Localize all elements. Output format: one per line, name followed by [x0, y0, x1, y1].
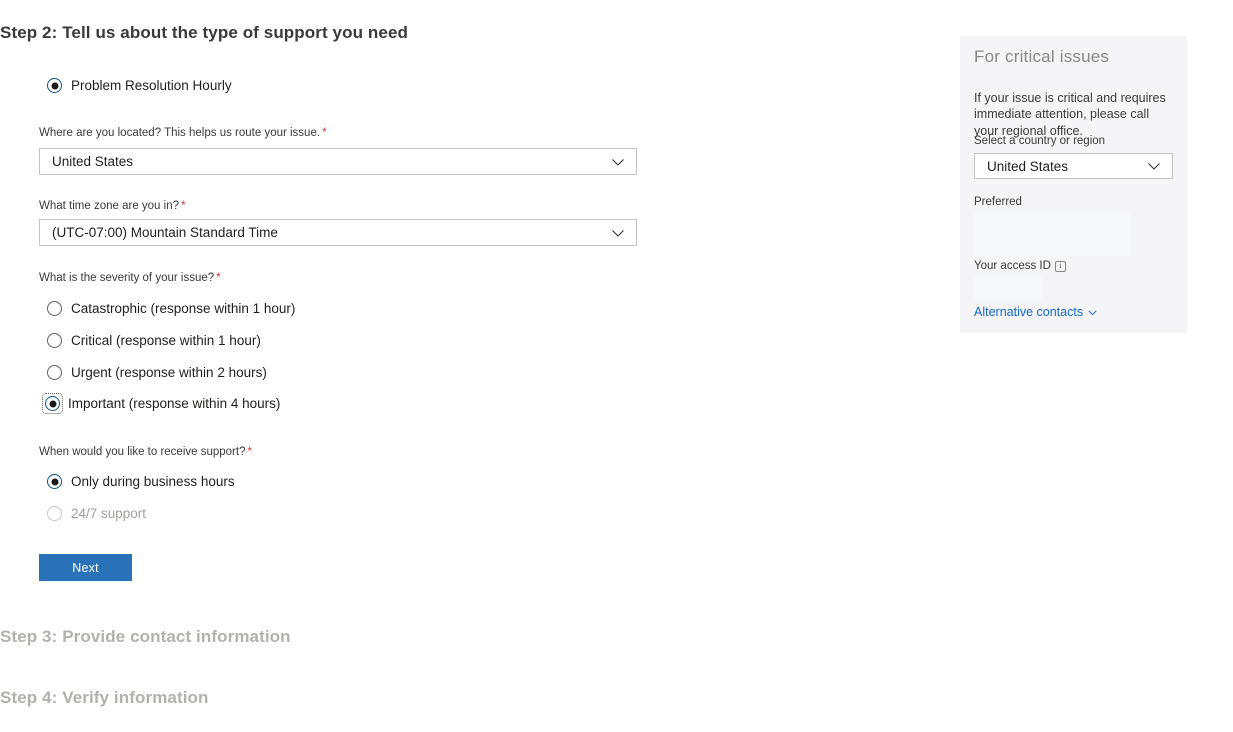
required-asterisk: * — [247, 446, 251, 458]
critical-issues-panel: For critical issues If your issue is cri… — [960, 36, 1187, 333]
page-title: Step 2: Tell us about the type of suppor… — [0, 23, 408, 43]
preferred-placeholder — [974, 212, 1131, 256]
radio-business-hours[interactable]: Only during business hours — [47, 474, 235, 489]
panel-country-select-value: United States — [987, 159, 1146, 174]
location-select[interactable]: United States — [39, 148, 637, 175]
timezone-label: What time zone are you in?* — [39, 200, 185, 212]
location-select-value: United States — [52, 154, 610, 169]
step3-heading: Step 3: Provide contact information — [0, 627, 291, 647]
support-hours-label-text: When would you like to receive support? — [39, 446, 245, 458]
alternative-contacts-label: Alternative contacts — [974, 305, 1083, 319]
panel-description: If your issue is critical and requires i… — [974, 90, 1172, 140]
radio-indicator — [47, 78, 62, 93]
info-icon[interactable]: i — [1055, 261, 1066, 272]
step4-heading: Step 4: Verify information — [0, 688, 209, 708]
timezone-select-value: (UTC-07:00) Mountain Standard Time — [52, 225, 610, 240]
radio-severity-critical[interactable]: Critical (response within 1 hour) — [47, 333, 261, 348]
next-button[interactable]: Next — [39, 554, 132, 581]
radio-problem-resolution-hourly[interactable]: Problem Resolution Hourly — [47, 78, 232, 93]
radio-label: Critical (response within 1 hour) — [71, 334, 261, 348]
radio-indicator — [47, 506, 62, 521]
radio-label: Catastrophic (response within 1 hour) — [71, 302, 295, 316]
access-id-placeholder — [974, 276, 1042, 300]
alternative-contacts-link[interactable]: Alternative contacts — [974, 305, 1098, 319]
severity-label-text: What is the severity of your issue? — [39, 272, 214, 284]
radio-indicator — [47, 333, 62, 348]
chevron-down-icon — [610, 154, 626, 170]
radio-severity-catastrophic[interactable]: Catastrophic (response within 1 hour) — [47, 301, 295, 316]
chevron-down-icon — [1146, 158, 1162, 174]
required-asterisk: * — [181, 200, 185, 212]
radio-label: Only during business hours — [71, 475, 235, 489]
required-asterisk: * — [322, 127, 326, 139]
radio-24-7-support: 24/7 support — [47, 506, 146, 521]
timezone-select[interactable]: (UTC-07:00) Mountain Standard Time — [39, 219, 637, 246]
panel-access-id-label: Your access ID i — [974, 260, 1066, 272]
radio-severity-urgent[interactable]: Urgent (response within 2 hours) — [47, 365, 267, 380]
required-asterisk: * — [216, 272, 220, 284]
panel-country-label: Select a country or region — [974, 135, 1105, 147]
chevron-down-icon — [1087, 307, 1098, 318]
radio-focus-ring — [44, 395, 61, 412]
timezone-label-text: What time zone are you in? — [39, 200, 179, 212]
panel-title: For critical issues — [974, 47, 1109, 67]
radio-indicator — [45, 396, 60, 411]
location-label-text: Where are you located? This helps us rou… — [39, 127, 320, 139]
severity-label: What is the severity of your issue?* — [39, 272, 221, 284]
radio-label: Problem Resolution Hourly — [71, 79, 232, 93]
radio-indicator — [47, 301, 62, 316]
radio-indicator — [47, 365, 62, 380]
panel-access-id-text: Your access ID — [974, 260, 1051, 272]
radio-label: Urgent (response within 2 hours) — [71, 366, 267, 380]
panel-preferred-label: Preferred — [974, 196, 1022, 208]
panel-country-select[interactable]: United States — [974, 153, 1173, 179]
location-label: Where are you located? This helps us rou… — [39, 127, 327, 139]
radio-label: 24/7 support — [71, 507, 146, 521]
radio-indicator — [47, 474, 62, 489]
chevron-down-icon — [610, 225, 626, 241]
support-hours-label: When would you like to receive support?* — [39, 446, 252, 458]
radio-label: Important (response within 4 hours) — [68, 397, 280, 411]
radio-severity-important[interactable]: Important (response within 4 hours) — [46, 397, 280, 411]
